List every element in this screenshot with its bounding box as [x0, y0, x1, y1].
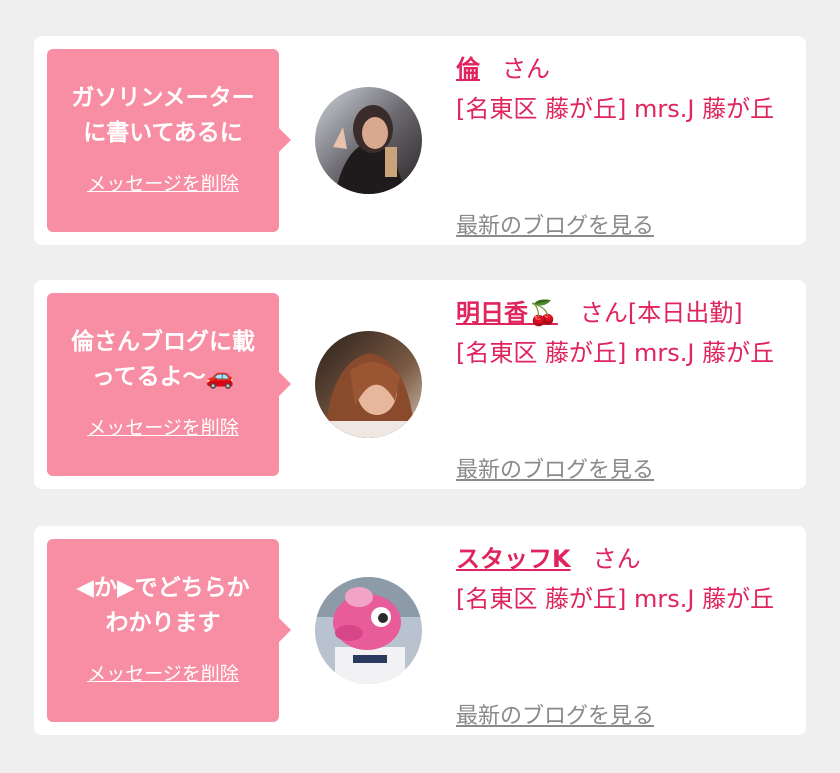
- delete-message-link[interactable]: メッセージを削除: [87, 413, 239, 440]
- delete-message-link[interactable]: メッセージを削除: [87, 659, 239, 686]
- message-bubble: ガソリンメーター に書いてあるに メッセージを削除: [47, 49, 291, 232]
- latest-blog-link[interactable]: 最新のブログを見る: [456, 452, 654, 484]
- latest-blog-link[interactable]: 最新のブログを見る: [456, 208, 654, 240]
- honorific: さん: [592, 545, 641, 573]
- message-card: ガソリンメーター に書いてあるに メッセージを削除 倫 さん [名東区 藤が丘]…: [34, 36, 806, 245]
- message-text: ガソリンメーター に書いてあるに: [71, 85, 255, 146]
- latest-blog-link[interactable]: 最新のブログを見る: [456, 698, 654, 730]
- message-card: 倫さんブログに載 ってるよ〜🚗 メッセージを削除 明日香🍒 さん[本日出勤] […: [34, 280, 806, 489]
- shop-label: [名東区 藤が丘] mrs.J 藤が丘: [456, 585, 775, 613]
- status-badge: [本日出勤]: [627, 299, 743, 327]
- avatar-photo-icon: [315, 577, 422, 684]
- message-card: ◀か▶でどちらか わかります メッセージを削除 スタッフK さん [名東区 藤が丘…: [34, 526, 806, 735]
- avatar-photo-icon: [315, 331, 422, 438]
- avatar[interactable]: [315, 331, 422, 438]
- message-list-page: ガソリンメーター に書いてあるに メッセージを削除 倫 さん [名東区 藤が丘]…: [0, 0, 840, 773]
- honorific: さん: [502, 55, 550, 83]
- honorific: さん: [579, 299, 628, 327]
- sender-name-link[interactable]: 明日香🍒: [456, 299, 558, 327]
- sender-name-link[interactable]: スタッフK: [456, 545, 571, 573]
- avatar[interactable]: [315, 87, 422, 194]
- shop-label: [名東区 藤が丘] mrs.J 藤が丘: [456, 95, 775, 123]
- message-bubble: 倫さんブログに載 ってるよ〜🚗 メッセージを削除: [47, 293, 291, 476]
- message-bubble: ◀か▶でどちらか わかります メッセージを削除: [47, 539, 291, 722]
- avatar[interactable]: [315, 577, 422, 684]
- sender-name-link[interactable]: 倫: [456, 55, 480, 83]
- message-text: 倫さんブログに載 ってるよ〜🚗: [71, 329, 255, 390]
- sender-info: スタッフK さん [名東区 藤が丘] mrs.J 藤が丘 最新のブログを見る: [456, 540, 796, 729]
- shop-label: [名東区 藤が丘] mrs.J 藤が丘: [456, 339, 775, 367]
- sender-info: 倫さん [名東区 藤が丘] mrs.J 藤が丘 最新のブログを見る: [456, 50, 796, 239]
- delete-message-link[interactable]: メッセージを削除: [87, 169, 239, 196]
- avatar-photo-icon: [315, 87, 422, 194]
- sender-info: 明日香🍒 さん[本日出勤] [名東区 藤が丘] mrs.J 藤が丘 最新のブログを…: [456, 294, 796, 483]
- message-text: ◀か▶でどちらか わかります: [76, 575, 250, 636]
